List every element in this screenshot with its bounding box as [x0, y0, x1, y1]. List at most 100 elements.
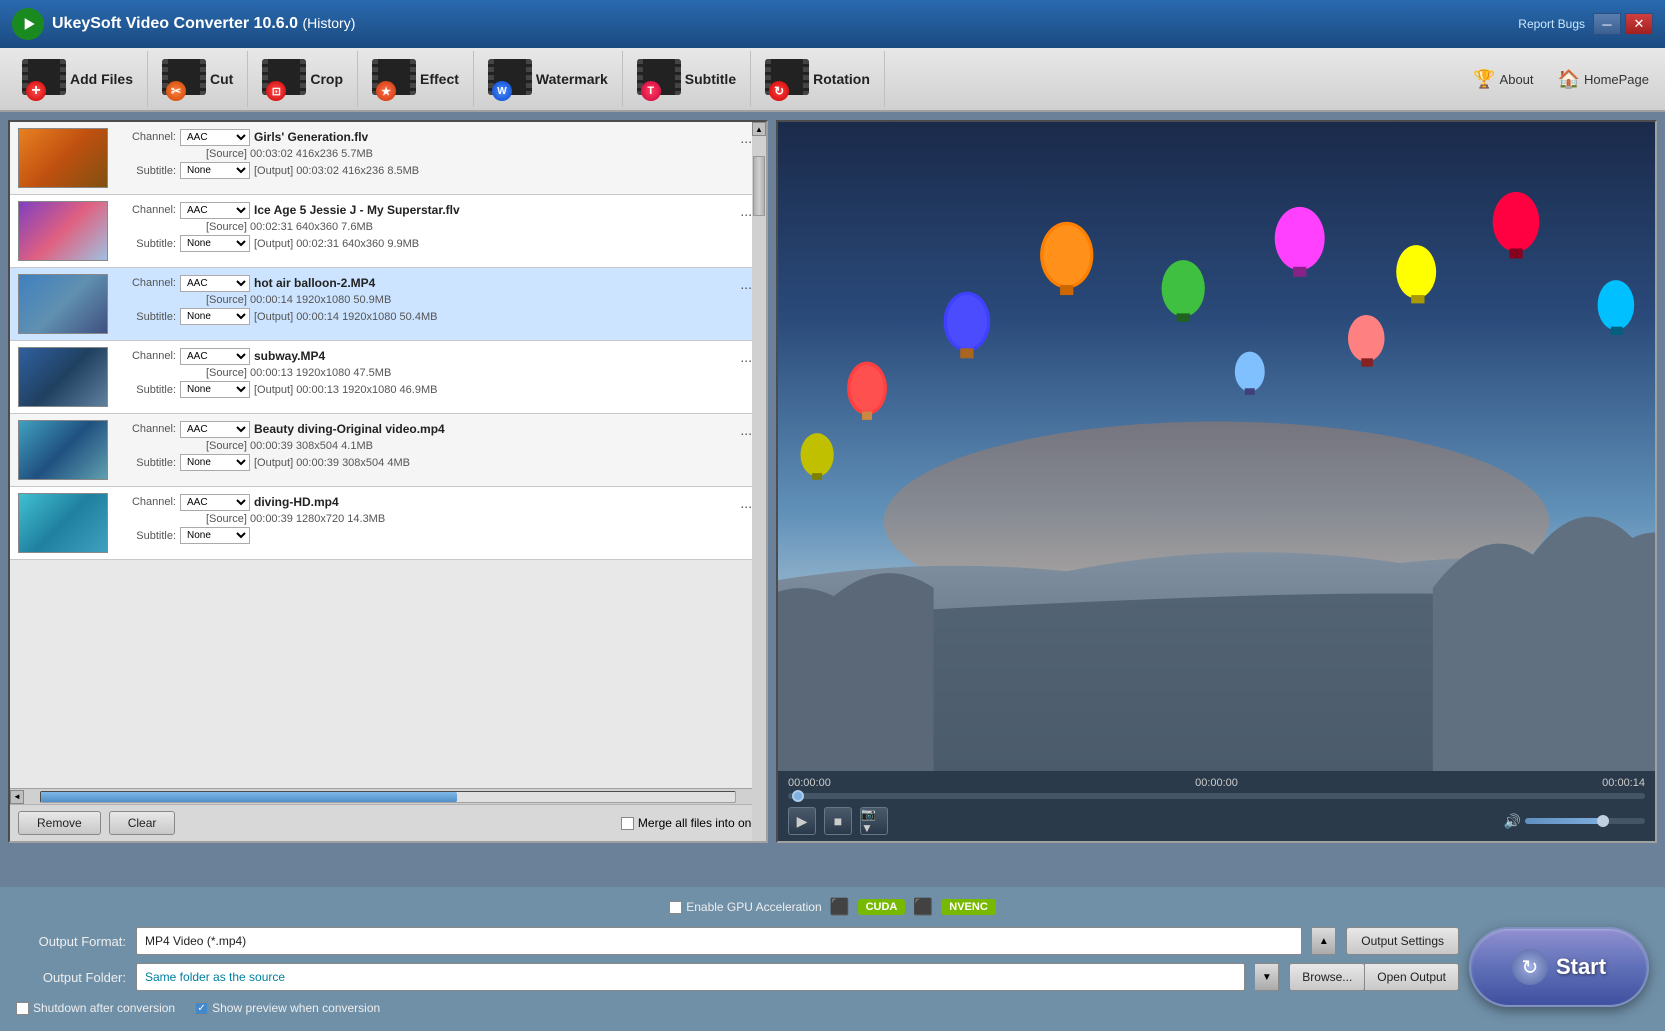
file-meta-5: Channel: AAC Beauty diving-Original vide… — [126, 420, 726, 473]
output-format-dropdown-btn[interactable]: ▲ — [1312, 927, 1336, 955]
nvidia-logo2-icon: ⬛ — [913, 897, 933, 917]
clear-button[interactable]: Clear — [109, 811, 176, 835]
start-icon: ↻ — [1512, 949, 1548, 985]
gpu-check: Enable GPU Acceleration — [669, 900, 821, 914]
gpu-checkbox[interactable] — [669, 901, 682, 914]
subtitle-button[interactable]: T Subtitle — [623, 51, 751, 107]
output-info-4: [Output] 00:00:13 1920x1080 46.9MB — [254, 384, 437, 396]
subtitle-row-6: Subtitle: None — [126, 527, 726, 544]
stop-button[interactable]: ■ — [824, 807, 852, 835]
h-scroll-thumb — [41, 792, 457, 802]
subtitle-label: Subtitle — [685, 71, 736, 87]
report-bugs-link[interactable]: Report Bugs — [1518, 17, 1585, 31]
minimize-button[interactable]: ─ — [1593, 13, 1621, 35]
file-list-scroll[interactable]: Channel: AAC Girls' Generation.flv [Sour… — [10, 122, 766, 788]
source-info-3: [Source] 00:00:14 1920x1080 50.9MB — [206, 294, 391, 306]
seek-dot — [792, 790, 804, 802]
channel-row-2: Channel: AAC Ice Age 5 Jessie J - My Sup… — [126, 201, 726, 219]
start-label: Start — [1556, 954, 1606, 980]
file-item-5[interactable]: Channel: AAC Beauty diving-Original vide… — [10, 414, 766, 487]
close-button[interactable]: ✕ — [1625, 13, 1653, 35]
preview-panel: 00:00:00 00:00:00 00:00:14 ▶ ■ 📷▼ 🔊 — [776, 120, 1657, 843]
source-info-4: [Source] 00:00:13 1920x1080 47.5MB — [206, 367, 391, 379]
output-folder-field[interactable]: Same folder as the source — [136, 963, 1245, 991]
subtitle-select-5[interactable]: None — [180, 454, 250, 471]
scroll-left-btn[interactable]: ◄ — [10, 790, 24, 804]
rotation-label: Rotation — [813, 71, 870, 87]
browse-button[interactable]: Browse... — [1289, 963, 1365, 991]
nvidia-logo-icon: ⬛ — [830, 897, 850, 917]
file-item-4[interactable]: Channel: AAC subway.MP4 [Source] 00:00:1… — [10, 341, 766, 414]
crop-label: Crop — [310, 71, 343, 87]
scroll-thumb[interactable] — [753, 156, 765, 216]
horizontal-scrollbar[interactable] — [40, 791, 736, 803]
seek-bar[interactable] — [788, 793, 1645, 799]
output-folder-dropdown-btn[interactable]: ▼ — [1255, 963, 1279, 991]
screenshot-button[interactable]: 📷▼ — [860, 807, 888, 835]
show-preview-label: Show preview when conversion — [212, 1001, 380, 1015]
file-item-3[interactable]: Channel: AAC hot air balloon-2.MP4 [Sour… — [10, 268, 766, 341]
subtitle-select-2[interactable]: None — [180, 235, 250, 252]
output-format-row: Output Format: MP4 Video (*.mp4) ▲ Outpu… — [16, 927, 1459, 955]
file-meta-2: Channel: AAC Ice Age 5 Jessie J - My Sup… — [126, 201, 726, 254]
volume-icon: 🔊 — [1504, 813, 1521, 830]
watermark-icon: W — [492, 81, 512, 101]
channel-row-3: Channel: AAC hot air balloon-2.MP4 — [126, 274, 726, 292]
cut-button[interactable]: ✂ Cut — [148, 51, 248, 107]
crop-button[interactable]: ⊡ Crop — [248, 51, 358, 107]
preview-image — [778, 122, 1655, 771]
subtitle-select-1[interactable]: None — [180, 162, 250, 179]
output-format-field[interactable]: MP4 Video (*.mp4) — [136, 927, 1302, 955]
effect-label: Effect — [420, 71, 459, 87]
subtitle-select-6[interactable]: None — [180, 527, 250, 544]
watermark-label: Watermark — [536, 71, 608, 87]
file-item-1[interactable]: Channel: AAC Girls' Generation.flv [Sour… — [10, 122, 766, 195]
filename-4: subway.MP4 — [254, 347, 325, 365]
show-preview-option: Show preview when conversion — [195, 1001, 380, 1015]
effect-button[interactable]: ★ Effect — [358, 51, 474, 107]
crop-icon: ⊡ — [266, 81, 286, 101]
channel-select-1[interactable]: AAC — [180, 129, 250, 146]
add-files-button[interactable]: + Add Files — [8, 51, 148, 107]
channel-select-4[interactable]: AAC — [180, 348, 250, 365]
about-button[interactable]: 🏆 About — [1465, 65, 1541, 94]
scroll-up-btn[interactable]: ▲ — [752, 122, 766, 136]
watermark-button[interactable]: W Watermark — [474, 51, 623, 107]
open-output-button[interactable]: Open Output — [1365, 963, 1459, 991]
vertical-scrollbar[interactable]: ▲ — [752, 122, 766, 841]
window-controls: ─ ✕ — [1593, 13, 1653, 35]
time-end: 00:00:14 — [1602, 777, 1645, 789]
merge-checkbox[interactable] — [621, 817, 634, 830]
rotation-button[interactable]: ↻ Rotation — [751, 51, 885, 107]
subtitle-row-5: Subtitle: None [Output] 00:00:39 308x504… — [126, 454, 726, 471]
start-button[interactable]: ↻ Start — [1469, 927, 1649, 1007]
subtitle-select-3[interactable]: None — [180, 308, 250, 325]
file-item-6[interactable]: Channel: AAC diving-HD.mp4 [Source] 00:0… — [10, 487, 766, 560]
filename-6: diving-HD.mp4 — [254, 493, 339, 511]
volume-bar[interactable] — [1525, 818, 1645, 824]
subtitle-row-1: Subtitle: None [Output] 00:03:02 416x236… — [126, 162, 726, 179]
info-source-row-6: [Source] 00:00:39 1280x720 14.3MB — [126, 513, 726, 525]
subtitle-select-4[interactable]: None — [180, 381, 250, 398]
play-button[interactable]: ▶ — [788, 807, 816, 835]
file-item-2[interactable]: Channel: AAC Ice Age 5 Jessie J - My Sup… — [10, 195, 766, 268]
shutdown-option: Shutdown after conversion — [16, 1001, 175, 1015]
channel-select-6[interactable]: AAC — [180, 494, 250, 511]
remove-button[interactable]: Remove — [18, 811, 101, 835]
preview-video-area — [778, 122, 1655, 771]
file-thumbnail-5 — [18, 420, 108, 480]
homepage-button[interactable]: 🏠 HomePage — [1550, 65, 1657, 94]
playback-controls: ▶ ■ 📷▼ 🔊 — [788, 807, 1645, 835]
channel-select-2[interactable]: AAC — [180, 202, 250, 219]
nvenc-badge: NVENC — [941, 899, 996, 915]
channel-select-3[interactable]: AAC — [180, 275, 250, 292]
shutdown-checkbox[interactable] — [16, 1002, 29, 1015]
toolbar-right: 🏆 About 🏠 HomePage — [1465, 65, 1657, 94]
show-preview-checkbox[interactable] — [195, 1002, 208, 1015]
filename-2: Ice Age 5 Jessie J - My Superstar.flv — [254, 201, 460, 219]
file-meta-4: Channel: AAC subway.MP4 [Source] 00:00:1… — [126, 347, 726, 400]
channel-select-5[interactable]: AAC — [180, 421, 250, 438]
subtitle-icon: T — [641, 81, 661, 101]
output-settings-button[interactable]: Output Settings — [1346, 927, 1459, 955]
scissors-icon: ✂ — [166, 81, 186, 101]
